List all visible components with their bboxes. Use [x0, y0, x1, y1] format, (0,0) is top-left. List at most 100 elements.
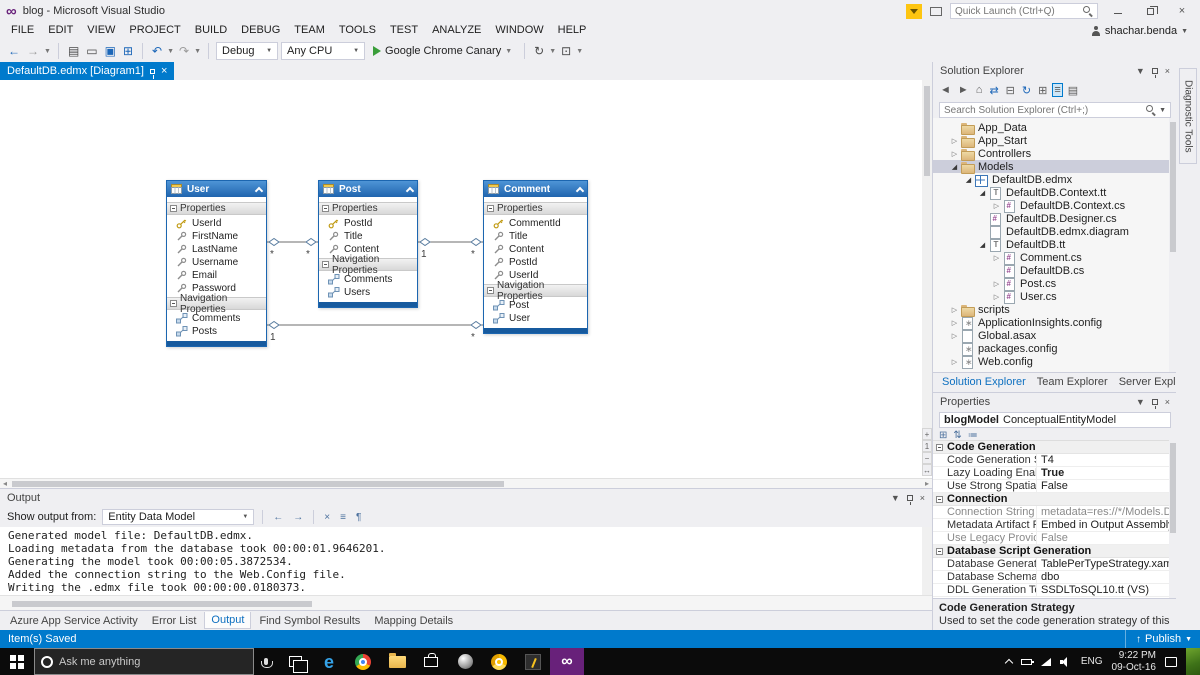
scroll-right-arrow-icon[interactable]: ▸: [922, 479, 932, 488]
open-file-icon[interactable]: ▭: [84, 44, 99, 58]
property-row[interactable]: Username: [167, 256, 266, 269]
property-category-database-script-generation[interactable]: Database Script Generation: [933, 545, 1169, 558]
menu-analyze[interactable]: ANALYZE: [425, 22, 488, 40]
taskbar-app-edge[interactable]: e: [312, 648, 346, 675]
navigate-forward-icon[interactable]: →: [25, 44, 41, 58]
microphone-button[interactable]: [254, 648, 278, 675]
collapsed-arrow-icon[interactable]: ▷: [991, 280, 1002, 288]
collapsed-arrow-icon[interactable]: ▷: [949, 150, 960, 158]
diagnostic-tools-tab[interactable]: Diagnostic Tools: [1179, 68, 1197, 164]
scroll-left-arrow-icon[interactable]: ◂: [0, 479, 10, 488]
close-panel-icon[interactable]: ×: [1165, 397, 1170, 407]
user-name[interactable]: shachar.benda: [1105, 25, 1177, 37]
navigation-property-row[interactable]: User: [484, 312, 587, 325]
tab-team-explorer[interactable]: Team Explorer: [1032, 374, 1113, 390]
tree-item-post-cs[interactable]: ▷ Post.cs: [933, 277, 1169, 291]
entity-comment[interactable]: Comment Properties CommentId Title Content Po…: [483, 180, 588, 334]
tree-item-defaultdb-tt[interactable]: ◢ DefaultDB.tt: [933, 238, 1169, 252]
pin-icon[interactable]: [1151, 68, 1158, 78]
property-row-use-strong-spatial-types[interactable]: Use Strong Spatial TypesFalse: [933, 480, 1169, 493]
property-row[interactable]: CommentId: [484, 217, 587, 230]
preview-selected-items-icon[interactable]: ≡: [1052, 83, 1063, 97]
save-icon[interactable]: ▣: [103, 44, 118, 58]
next-message-icon[interactable]: →: [291, 512, 305, 523]
tree-item-defaultdb-edmx-diagram[interactable]: DefaultDB.edmx.diagram: [933, 225, 1169, 239]
undo-dropdown-icon[interactable]: ▼: [167, 48, 174, 55]
expanded-arrow-icon[interactable]: ◢: [949, 163, 960, 171]
collapsed-arrow-icon[interactable]: ▷: [991, 202, 1002, 210]
property-value[interactable]: dbo: [1037, 571, 1169, 583]
menu-view[interactable]: VIEW: [80, 22, 122, 40]
property-row[interactable]: Title: [319, 230, 417, 243]
menu-project[interactable]: PROJECT: [122, 22, 187, 40]
solution-search-input[interactable]: Search Solution Explorer (Ctrl+;) ▼: [939, 102, 1171, 118]
zoom-out-button[interactable]: −: [922, 452, 932, 464]
taskbar-app-chrome-canary[interactable]: [482, 648, 516, 675]
action-center-icon[interactable]: [1165, 656, 1177, 667]
collapsed-arrow-icon[interactable]: ▷: [949, 332, 960, 340]
properties-object-dropdown[interactable]: blogModel ConceptualEntityModel: [939, 412, 1171, 428]
entity-header[interactable]: User: [167, 181, 266, 197]
volume-icon[interactable]: [1059, 656, 1072, 667]
property-row-connection-string[interactable]: Connection String metadata=res://*/Models…: [933, 506, 1169, 519]
scrollbar-thumb[interactable]: [12, 480, 504, 487]
section-header[interactable]: Navigation Properties: [319, 254, 417, 276]
section-header[interactable]: Properties: [484, 202, 587, 215]
refresh-icon[interactable]: ↻: [1021, 84, 1032, 97]
navigation-property-row[interactable]: Posts: [167, 325, 266, 338]
property-row[interactable]: PostId: [319, 217, 417, 230]
property-row-code-generation-strategy[interactable]: Code Generation StrategyT4: [933, 454, 1169, 467]
window-position-icon[interactable]: ▼: [1136, 397, 1145, 407]
tree-item-defaultdb-cs[interactable]: DefaultDB.cs: [933, 264, 1169, 278]
property-pages-icon[interactable]: ≔: [968, 430, 978, 441]
property-value[interactable]: TablePerTypeStrategy.xaml (VS: [1037, 558, 1169, 570]
categorized-icon[interactable]: ⊞: [939, 430, 947, 441]
tab-error-list[interactable]: Error List: [146, 613, 203, 629]
window-position-icon[interactable]: ▼: [891, 493, 900, 503]
menu-debug[interactable]: DEBUG: [234, 22, 287, 40]
section-header[interactable]: Navigation Properties: [167, 293, 266, 315]
property-row-use-legacy-provider[interactable]: Use Legacy ProviderFalse: [933, 532, 1169, 545]
user-dropdown-arrow-icon[interactable]: ▼: [1181, 28, 1188, 35]
section-header[interactable]: Navigation Properties: [484, 280, 587, 302]
collapsed-arrow-icon[interactable]: ▷: [949, 137, 960, 145]
property-value[interactable]: Embed in Output Assembly: [1037, 519, 1169, 531]
home-icon[interactable]: ⌂: [975, 84, 984, 96]
refresh-dropdown-icon[interactable]: ▼: [549, 48, 556, 55]
tree-item-controllers[interactable]: ▷ Controllers: [933, 147, 1169, 161]
scrollbar-thumb[interactable]: [924, 86, 930, 176]
pin-icon[interactable]: [149, 68, 155, 79]
close-panel-icon[interactable]: ×: [920, 493, 925, 503]
restore-button[interactable]: [1138, 2, 1162, 20]
taskbar-app-dev-tool[interactable]: [516, 648, 550, 675]
taskbar-app-file-explorer[interactable]: [380, 648, 414, 675]
section-header[interactable]: Properties: [167, 202, 266, 215]
output-source-dropdown[interactable]: Entity Data Model ▼: [102, 509, 255, 525]
tree-item-defaultdb-edmx[interactable]: ◢ DefaultDB.edmx: [933, 173, 1169, 187]
back-icon[interactable]: ◄: [939, 84, 952, 96]
network-icon[interactable]: [1040, 657, 1051, 666]
scrollbar-thumb[interactable]: [12, 600, 312, 607]
section-expander-icon[interactable]: [322, 261, 329, 268]
editor-horizontal-scrollbar[interactable]: ◂ ▸: [0, 478, 932, 488]
taskbar-app-xbox[interactable]: [448, 648, 482, 675]
prev-message-icon[interactable]: ←: [271, 512, 285, 523]
close-button[interactable]: ×: [1170, 2, 1194, 20]
tab-find-symbol-results[interactable]: Find Symbol Results: [253, 613, 366, 629]
quick-launch-input[interactable]: Quick Launch (Ctrl+Q): [950, 3, 1098, 19]
collapsed-arrow-icon[interactable]: ▷: [949, 306, 960, 314]
pin-icon[interactable]: [1151, 399, 1158, 409]
show-hidden-icons-icon[interactable]: [1004, 658, 1014, 668]
tree-item-defaultdb-context-cs[interactable]: ▷ DefaultDB.Context.cs: [933, 199, 1169, 213]
diagram-canvas-wrap[interactable]: * * 1 * 1 * User Properties UserId FirstName Last…: [0, 80, 932, 478]
section-expander-icon[interactable]: [170, 205, 177, 212]
section-expander-icon[interactable]: [170, 300, 177, 307]
tab-output[interactable]: Output: [204, 612, 252, 629]
notifications-flag-icon[interactable]: [906, 3, 922, 19]
alphabetical-icon[interactable]: ⇅: [953, 430, 961, 441]
property-category-code-generation[interactable]: Code Generation: [933, 441, 1169, 454]
feedback-icon[interactable]: [930, 6, 942, 16]
menu-edit[interactable]: EDIT: [41, 22, 80, 40]
property-row-lazy-loading-enabled[interactable]: Lazy Loading EnabledTrue: [933, 467, 1169, 480]
property-row[interactable]: PostId: [484, 256, 587, 269]
